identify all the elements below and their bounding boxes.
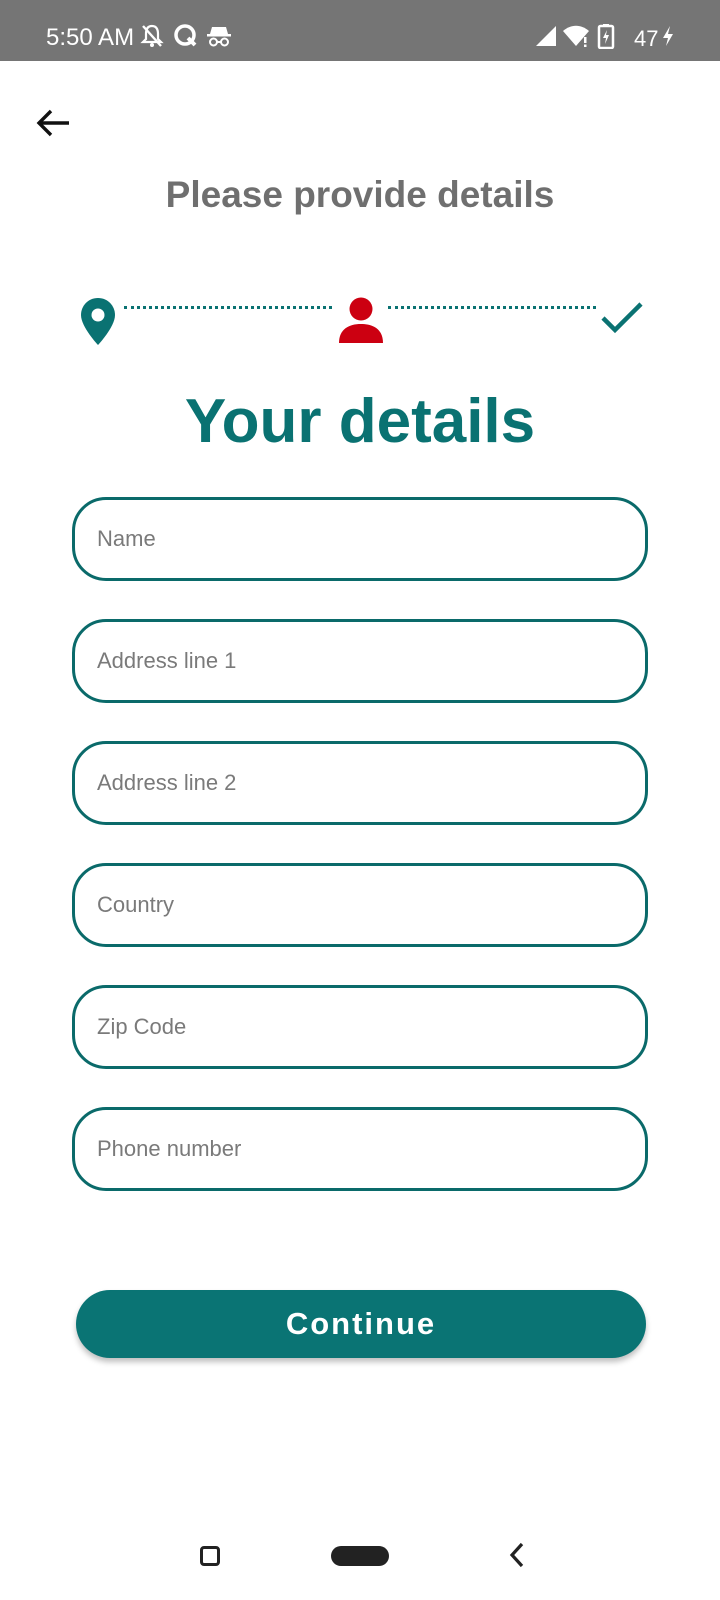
country-field[interactable] — [72, 863, 648, 947]
address-line-1-field[interactable] — [72, 619, 648, 703]
recent-apps-icon[interactable] — [200, 1546, 220, 1566]
name-input[interactable] — [95, 525, 645, 553]
battery-icon — [597, 22, 615, 50]
page-title: Please provide details — [165, 174, 555, 215]
stepper-connector-1 — [124, 306, 332, 309]
status-time: 5:50 AM — [46, 24, 135, 51]
name-field[interactable] — [72, 497, 648, 581]
location-pin-icon — [80, 297, 116, 352]
person-icon — [338, 296, 384, 349]
progress-stepper — [0, 290, 720, 350]
details-screen: 5:50 AM 47 Please provide details Your d… — [0, 0, 720, 1600]
battery-level: 47 — [634, 26, 659, 51]
mute-icon — [140, 22, 164, 50]
section-title: Your details — [184, 387, 536, 456]
status-bar: 5:50 AM 47 — [0, 0, 720, 61]
signal-icon — [534, 22, 558, 50]
incognito-icon — [206, 22, 232, 50]
address-line-1-input[interactable] — [95, 647, 645, 675]
zip-code-input[interactable] — [95, 1013, 645, 1041]
country-input[interactable] — [95, 891, 645, 919]
address-line-2-field[interactable] — [72, 741, 648, 825]
stepper-connector-2 — [388, 306, 596, 309]
continue-button[interactable]: Continue — [76, 1290, 646, 1358]
zip-code-field[interactable] — [72, 985, 648, 1069]
charging-icon — [660, 22, 676, 50]
phone-number-input[interactable] — [95, 1135, 645, 1163]
home-pill-icon[interactable] — [331, 1546, 389, 1566]
back-button[interactable] — [30, 100, 76, 146]
arrow-left-icon — [36, 109, 69, 137]
phone-number-field[interactable] — [72, 1107, 648, 1191]
q-app-icon — [173, 22, 199, 50]
wifi-icon — [562, 22, 590, 50]
checkmark-icon — [600, 300, 644, 341]
address-line-2-input[interactable] — [95, 769, 645, 797]
system-nav-bar — [0, 1520, 720, 1600]
back-chevron-icon[interactable] — [502, 1538, 532, 1572]
